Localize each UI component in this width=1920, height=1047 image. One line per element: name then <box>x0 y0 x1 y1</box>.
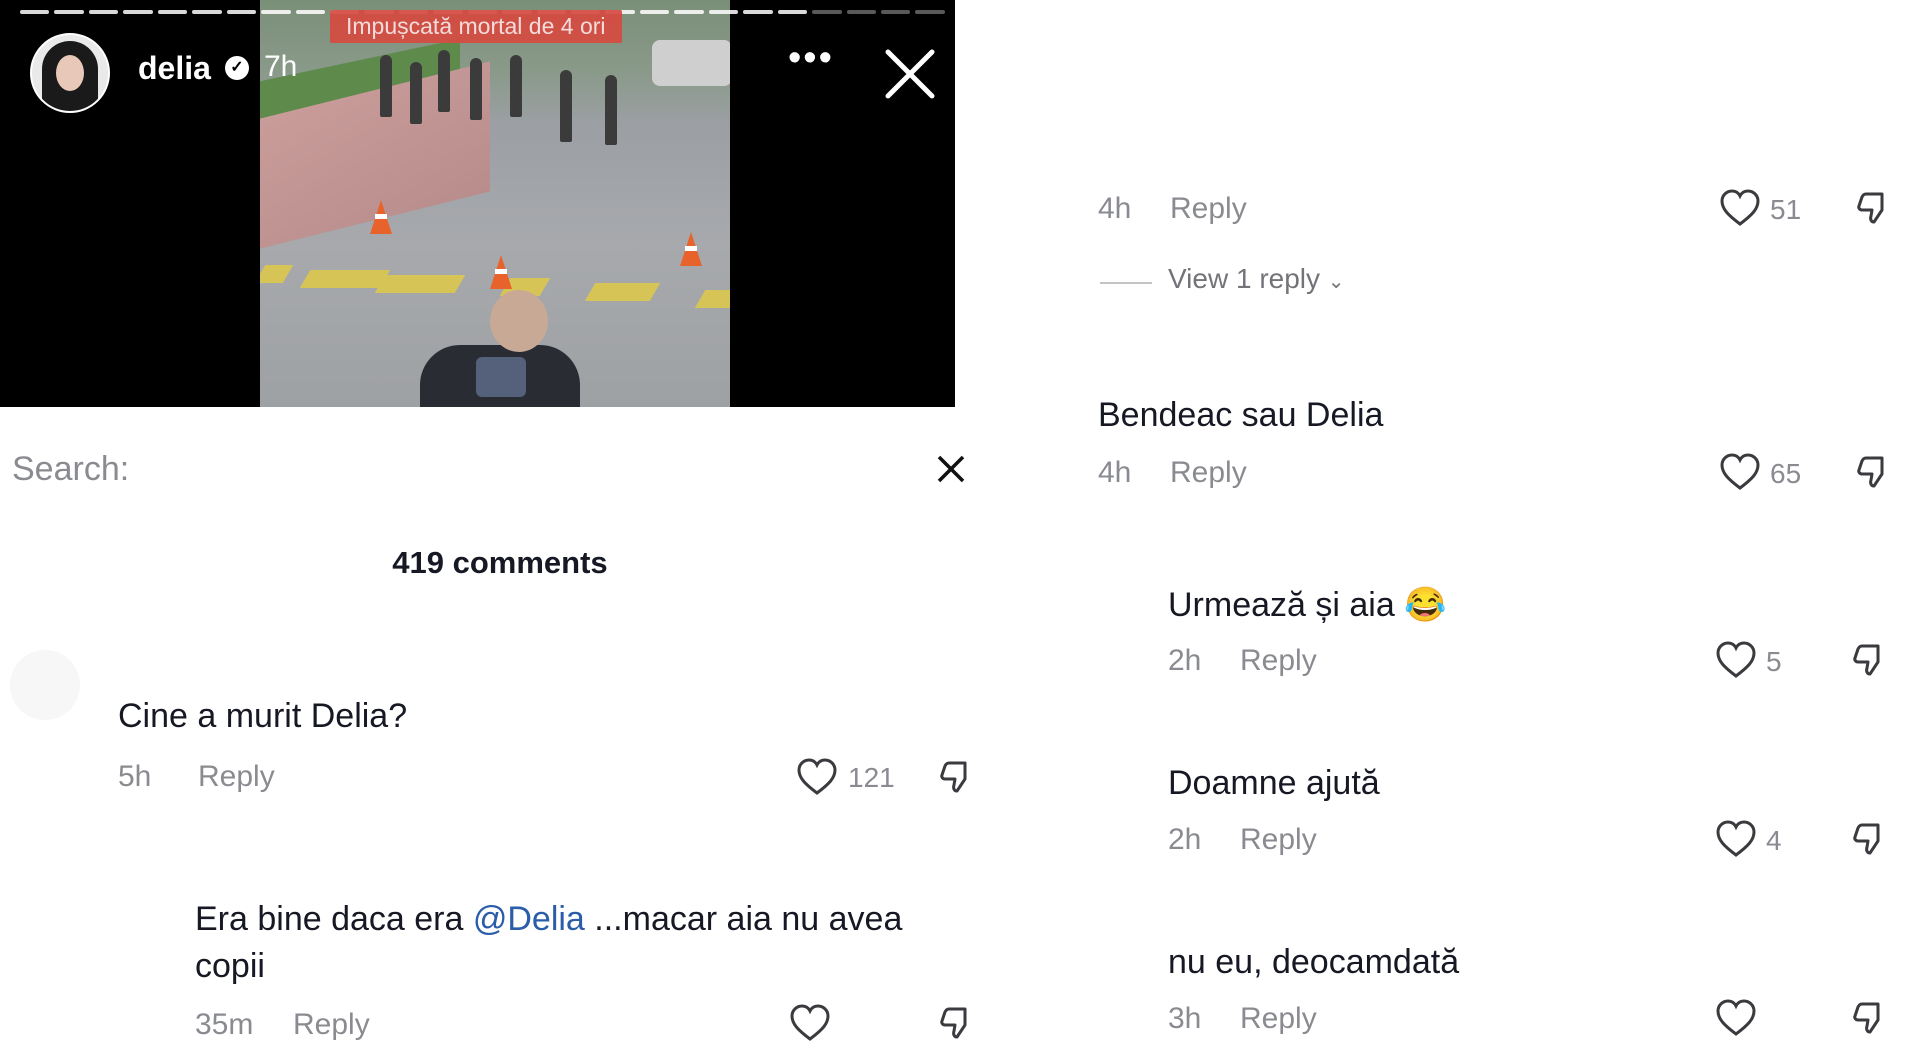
rider-jacket <box>420 345 580 407</box>
comment-text: Doamne ajută <box>1168 764 1380 802</box>
dislike-icon[interactable] <box>1848 819 1888 859</box>
comment-text: Bendeac sau Delia <box>1098 396 1384 434</box>
comment-time: 5h <box>118 760 152 793</box>
like-count: 65 <box>1770 458 1802 489</box>
comment-time: 2h <box>1168 644 1202 677</box>
comment-count: 419 comments <box>392 545 608 580</box>
crosswalk-stripe <box>260 265 294 283</box>
bystander <box>410 62 422 124</box>
progress-segment <box>20 10 50 14</box>
more-icon[interactable]: ••• <box>788 39 834 77</box>
car <box>652 40 730 86</box>
heart-icon[interactable] <box>1714 998 1758 1038</box>
mention-link[interactable]: @Delia <box>473 900 585 938</box>
crosswalk-stripe <box>694 290 730 308</box>
comment-text: nu eu, deocamdată <box>1168 943 1460 981</box>
heart-icon[interactable] <box>1718 452 1762 492</box>
bystander <box>605 75 617 145</box>
story-timestamp: 7h <box>264 50 298 83</box>
dislike-icon[interactable] <box>1848 998 1888 1038</box>
comment-text: Urmează și aia 😂 <box>1168 585 1447 625</box>
story-video[interactable] <box>260 0 730 407</box>
comment-time: 4h <box>1098 456 1132 489</box>
reply-button[interactable]: Reply <box>1240 644 1317 678</box>
progress-segment <box>777 10 808 14</box>
heart-icon[interactable] <box>795 757 839 797</box>
view-replies-label: View 1 reply <box>1168 263 1321 294</box>
story-username[interactable]: delia <box>138 50 211 87</box>
dislike-icon[interactable] <box>1848 640 1888 680</box>
chevron-down-icon: ⌄ <box>1327 271 1345 293</box>
crosswalk-stripe <box>374 275 466 293</box>
progress-segment <box>708 10 739 14</box>
progress-segment <box>192 10 222 14</box>
reply-button[interactable]: Reply <box>1170 456 1247 490</box>
dislike-icon[interactable] <box>935 1003 975 1043</box>
bystander <box>380 55 392 117</box>
dislike-icon[interactable] <box>1852 188 1892 228</box>
progress-segment <box>674 10 704 14</box>
comment-text-part: Urmează și aia <box>1168 586 1395 624</box>
bystander <box>510 55 522 117</box>
comment-text: Era bine daca era @Delia ...macar aia nu… <box>195 900 975 939</box>
comment-time: 35m <box>195 1008 254 1041</box>
comment-time: 2h <box>1168 823 1202 856</box>
comment-text: Cine a murit Delia? <box>118 697 408 735</box>
bystander <box>560 70 572 142</box>
progress-segment <box>880 10 911 14</box>
close-icon[interactable] <box>935 453 967 485</box>
story-caption-banner: Impușcată mortal de 4 ori <box>330 10 622 43</box>
reply-button[interactable]: Reply <box>198 760 275 794</box>
comment-text-part: Era bine daca era <box>195 900 473 938</box>
comment-time: 4h <box>1098 192 1132 225</box>
traffic-cone <box>370 200 392 234</box>
progress-segment <box>226 10 257 14</box>
heart-icon[interactable] <box>1718 188 1762 228</box>
progress-segment <box>846 10 876 14</box>
heart-icon[interactable] <box>788 1003 832 1043</box>
traffic-cone <box>490 255 512 289</box>
reply-button[interactable]: Reply <box>1170 192 1247 226</box>
progress-segment <box>261 10 291 14</box>
like-count: 51 <box>1770 194 1802 225</box>
avatar[interactable] <box>10 650 80 720</box>
progress-segment <box>54 10 84 14</box>
reply-button[interactable]: Reply <box>293 1008 370 1042</box>
like-count: 5 <box>1766 646 1782 677</box>
progress-segment <box>915 10 945 14</box>
dislike-icon[interactable] <box>1852 452 1892 492</box>
heart-icon[interactable] <box>1714 819 1758 859</box>
like-count: 121 <box>848 762 895 793</box>
comment-text-line2: copii <box>195 947 265 985</box>
progress-segment <box>639 10 670 14</box>
like-count: 4 <box>1766 825 1782 856</box>
view-replies-button[interactable]: View 1 reply ⌄ <box>1168 263 1345 295</box>
rider-head <box>490 290 548 352</box>
story-viewer[interactable]: Impușcată mortal de 4 ori delia ✓ 7h ••• <box>0 0 955 407</box>
crosswalk-stripe <box>299 270 391 288</box>
progress-segment <box>88 10 119 14</box>
reply-button[interactable]: Reply <box>1240 823 1317 857</box>
avatar[interactable] <box>30 33 110 113</box>
progress-segment <box>743 10 773 14</box>
replies-divider <box>1100 282 1152 284</box>
progress-segment <box>123 10 153 14</box>
traffic-cone <box>680 232 702 266</box>
verified-icon: ✓ <box>225 56 249 80</box>
bystander <box>438 50 450 112</box>
progress-segment <box>295 10 325 14</box>
comment-text-part: ...macar aia nu avea <box>584 900 903 938</box>
close-icon[interactable] <box>880 44 940 104</box>
heart-icon[interactable] <box>1714 640 1758 680</box>
avatar-face <box>56 55 84 91</box>
comment-time: 3h <box>1168 1002 1202 1035</box>
laughing-emoji-icon: 😂 <box>1404 586 1447 624</box>
progress-segment <box>812 10 842 14</box>
progress-segment <box>157 10 188 14</box>
bystander <box>470 58 482 120</box>
dislike-icon[interactable] <box>935 757 975 797</box>
search-label[interactable]: Search: <box>12 450 129 489</box>
crosswalk-stripe <box>584 283 661 301</box>
reply-button[interactable]: Reply <box>1240 1002 1317 1036</box>
